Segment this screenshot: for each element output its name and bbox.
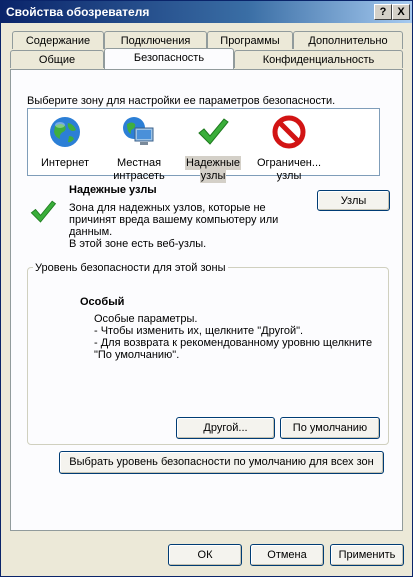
security-level-line-4: "По умолчанию". — [94, 349, 180, 361]
zone-restricted[interactable]: Ограничен... узлы — [254, 114, 324, 183]
intranet-icon — [123, 117, 154, 145]
zone-intranet[interactable]: Местная интрасеть — [104, 114, 174, 183]
zone-restricted-label-2: узлы — [276, 170, 302, 182]
security-level-name: Особый — [80, 296, 125, 308]
tab-general[interactable]: Общие — [10, 50, 104, 68]
zone-trusted-label-2: узлы — [199, 169, 227, 183]
zone-info-description: Зона для надежных узлов, которые не прич… — [69, 202, 278, 250]
ok-button[interactable]: ОК — [168, 544, 242, 566]
help-button[interactable]: ? — [374, 4, 392, 20]
security-level-description: Особые параметры. - Чтобы изменить их, щ… — [94, 313, 372, 361]
zone-internet[interactable]: Интернет — [30, 114, 100, 170]
reset-all-zones-button[interactable]: Выбрать уровень безопасности по умолчани… — [59, 451, 384, 474]
checkmark-icon — [198, 118, 229, 145]
zone-trusted-label-1: Надежные — [185, 156, 241, 170]
zone-prompt: Выберите зону для настройки ее параметро… — [27, 95, 336, 107]
globe-icon — [50, 117, 80, 147]
zone-info-desc-2: причинят вреда вашему компьютеру или — [69, 214, 279, 226]
tab-advanced[interactable]: Дополнительно — [293, 31, 403, 49]
security-level-line-2: - Чтобы изменить их, щелкните "Другой". — [94, 325, 304, 337]
tab-content[interactable]: Содержание — [12, 31, 104, 49]
security-level-line-3: - Для возврата к рекомендованному уровню… — [94, 337, 373, 349]
zone-trusted[interactable]: Надежные узлы — [178, 114, 248, 183]
default-level-button[interactable]: По умолчанию — [280, 417, 380, 439]
close-button[interactable]: X — [392, 4, 410, 20]
sites-button[interactable]: Узлы — [317, 190, 390, 211]
tab-programs[interactable]: Программы — [207, 31, 293, 49]
tab-connections[interactable]: Подключения — [104, 31, 207, 49]
trusted-checkmark-icon — [30, 200, 57, 223]
title-bar[interactable]: Свойства обозревателя ? X — [1, 1, 412, 23]
zone-info-desc-1: Зона для надежных узлов, которые не — [69, 202, 266, 214]
zone-intranet-label-1: Местная — [116, 157, 162, 169]
zone-info-desc-3: данным. — [69, 226, 113, 238]
cancel-button[interactable]: Отмена — [250, 544, 324, 566]
security-level-line-1: Особые параметры. — [94, 313, 198, 325]
tab-security[interactable]: Безопасность — [104, 48, 234, 69]
custom-level-button[interactable]: Другой... — [176, 417, 275, 439]
security-level-legend: Уровень безопасности для этой зоны — [33, 262, 228, 274]
apply-button[interactable]: Применить — [330, 544, 404, 566]
zone-info-title: Надежные узлы — [69, 184, 157, 196]
tab-privacy[interactable]: Конфиденциальность — [234, 50, 403, 68]
zone-info-desc-4: В этой зоне есть веб-узлы. — [69, 238, 207, 250]
zone-internet-label: Интернет — [41, 157, 89, 169]
restricted-icon — [272, 115, 306, 149]
dialog-window: Свойства обозревателя ? X Содержание Под… — [0, 0, 413, 577]
window-title: Свойства обозревателя — [6, 5, 150, 19]
zone-list: Интернет Местная интрасеть Надежные узлы — [27, 108, 380, 183]
zone-restricted-label-1: Ограничен... — [256, 157, 322, 169]
zone-intranet-label-2: интрасеть — [113, 170, 165, 182]
